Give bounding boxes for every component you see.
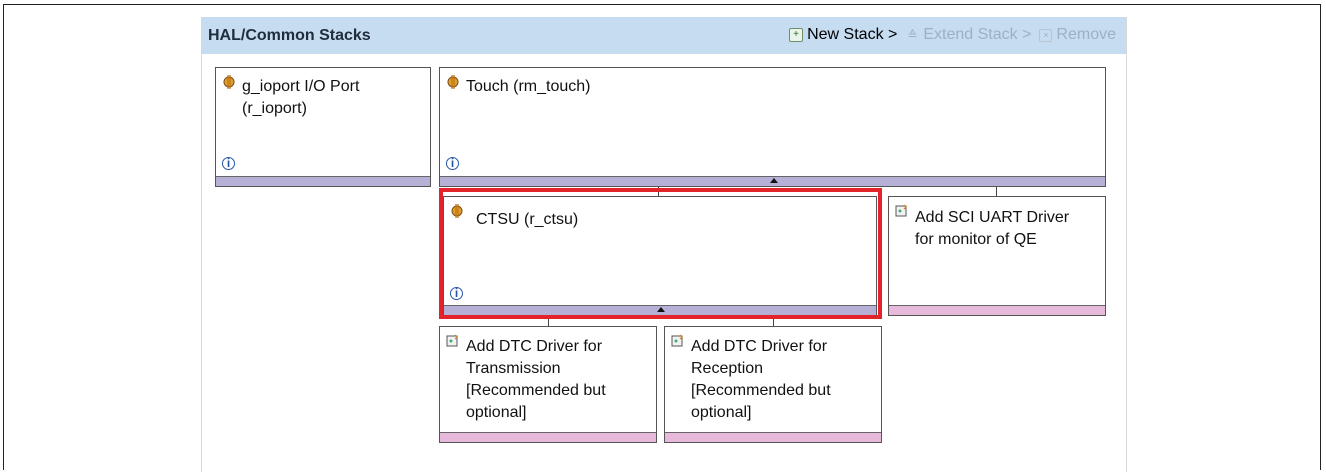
stack-toolbar: + New Stack > ≙ Extend Stack > × Remove <box>789 26 1116 44</box>
module-block-dtc-reception[interactable]: Add DTC Driver for Reception [Recommende… <box>664 326 882 443</box>
add-module-icon <box>671 334 683 347</box>
extend-stack-icon: ≙ <box>907 28 918 42</box>
module-icon <box>447 75 459 89</box>
panel-title: HAL/Common Stacks <box>208 27 371 44</box>
module-status-bar <box>216 176 430 186</box>
panel-header: HAL/Common Stacks + New Stack > ≙ Extend… <box>202 17 1126 54</box>
module-block-ioport[interactable]: g_ioport I/O Port (r_ioport) i <box>215 67 431 187</box>
module-title: Add DTC Driver for Reception [Recommende… <box>691 338 831 421</box>
selection-highlight <box>439 188 882 319</box>
remove-button[interactable]: × Remove <box>1039 26 1116 44</box>
collapse-arrow-icon[interactable] <box>770 178 778 183</box>
module-status-bar <box>665 432 881 442</box>
add-module-icon <box>446 334 458 347</box>
info-icon[interactable]: i <box>222 157 235 170</box>
module-block-touch[interactable]: Touch (rm_touch) i <box>439 67 1106 187</box>
module-status-bar <box>440 176 1105 186</box>
add-module-icon <box>895 204 907 217</box>
info-icon[interactable]: i <box>446 157 459 170</box>
module-block-dtc-transmission[interactable]: Add DTC Driver for Transmission [Recomme… <box>439 326 657 443</box>
module-title: g_ioport I/O Port (r_ioport) <box>242 78 360 117</box>
module-title: Add SCI UART Driver for monitor of QE <box>915 209 1070 248</box>
remove-label: Remove <box>1056 26 1116 43</box>
module-icon <box>223 75 235 89</box>
module-block-sci-uart[interactable]: Add SCI UART Driver for monitor of QE <box>888 196 1106 316</box>
module-title: Add DTC Driver for Transmission [Recomme… <box>466 338 606 421</box>
extend-stack-label: Extend Stack > <box>923 26 1032 43</box>
module-status-bar <box>889 305 1105 315</box>
extend-stack-button[interactable]: ≙ Extend Stack > <box>905 26 1031 44</box>
new-stack-button[interactable]: + New Stack > <box>789 26 897 44</box>
new-stack-icon: + <box>789 28 804 42</box>
new-stack-label: New Stack > <box>807 26 898 43</box>
module-title: Touch (rm_touch) <box>466 78 591 95</box>
module-status-bar <box>440 432 656 442</box>
remove-icon: × <box>1039 28 1053 42</box>
